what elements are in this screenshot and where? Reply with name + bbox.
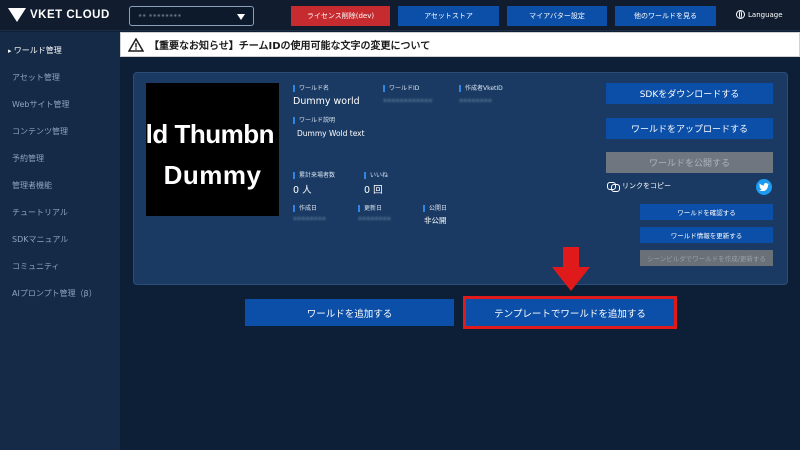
twitter-bird-icon (759, 183, 769, 191)
sdk-download-button[interactable]: SDKをダウンロードする (606, 83, 773, 104)
license-delete-button[interactable]: ライセンス削除(dev) (291, 6, 390, 26)
created-date-value: •••••••• (293, 215, 327, 223)
warning-icon (128, 37, 144, 52)
world-description-label: ワールド説明 (293, 117, 335, 124)
notice-banner[interactable]: 【重要なお知らせ】チームIDの使用可能な文字の変更について (120, 32, 800, 57)
sidebar-item-admin-functions[interactable]: 管理者機能 (12, 180, 52, 191)
world-name-label: ワールド名 (293, 85, 329, 92)
scene-builder-button[interactable]: シーンビルダでワールドを作成/更新する (640, 250, 773, 266)
logo-mark-icon (8, 8, 26, 22)
add-world-button[interactable]: ワールドを追加する (245, 299, 454, 326)
updated-date-value: •••••••• (358, 215, 392, 223)
world-description-value: Dummy Wold text (297, 129, 365, 138)
check-world-button[interactable]: ワールドを確認する (640, 204, 773, 220)
upload-world-button[interactable]: ワールドをアップロードする (606, 118, 773, 139)
thumbnail-text-line2: Dummy (163, 160, 262, 190)
asset-store-button[interactable]: アセットストア (398, 6, 499, 26)
sidebar-item-content-management[interactable]: コンテンツ管理 (12, 126, 68, 137)
likes-value: 0 回 (364, 185, 383, 196)
sidebar-item-community[interactable]: コミュニティ (12, 261, 60, 272)
visitors-value: 0 人 (293, 185, 312, 196)
world-name-value: Dummy world (293, 96, 360, 107)
visitors-label: 累計来場者数 (293, 172, 335, 179)
sidebar-item-asset-management[interactable]: アセット管理 (12, 72, 60, 83)
updated-date-label: 更新日 (358, 205, 382, 212)
globe-icon (736, 10, 745, 19)
sidebar-item-ai-prompt[interactable]: AIプロンプト管理（β） (12, 288, 97, 299)
twitter-share-button[interactable] (756, 179, 772, 195)
copy-link[interactable]: リンクをコピー (607, 181, 671, 192)
language-label: Language (748, 10, 783, 19)
world-select-value: •• •••••••• (138, 12, 182, 20)
world-id-label: ワールドID (383, 85, 419, 92)
world-thumbnail: rld Thumbn Dummy (146, 83, 279, 216)
sidebar-item-website-management[interactable]: Webサイト管理 (12, 99, 69, 110)
world-select[interactable]: •• •••••••• (129, 6, 254, 26)
published-date-label: 公開日 (423, 205, 447, 212)
likes-label: いいね (364, 172, 388, 179)
thumbnail-text-line1: rld Thumbn (146, 119, 274, 149)
sidebar-item-reservation-management[interactable]: 予約管理 (12, 153, 44, 164)
copy-link-label: リンクをコピー (622, 182, 671, 190)
notice-text: 【重要なお知らせ】チームIDの使用可能な文字の変更について (149, 41, 431, 52)
other-worlds-button[interactable]: 他のワールドを見る (615, 6, 716, 26)
chevron-down-icon (237, 14, 245, 20)
highlight-frame (463, 296, 677, 329)
logo-text: VKET CLOUD (30, 9, 110, 21)
created-date-label: 作成日 (293, 205, 317, 212)
arrow-down-icon (552, 247, 590, 291)
published-date-value: 非公開 (424, 216, 447, 225)
publish-world-button[interactable]: ワールドを公開する (606, 152, 773, 173)
sidebar-item-world-management[interactable]: ワールド管理 (8, 45, 62, 56)
update-world-info-button[interactable]: ワールド情報を更新する (640, 227, 773, 243)
link-icon (607, 182, 620, 192)
my-avatar-settings-button[interactable]: マイアバター設定 (507, 6, 607, 26)
logo[interactable]: VKET CLOUD (8, 7, 110, 23)
world-id-value: •••••••••••• (383, 97, 433, 105)
top-bar: VKET CLOUD •• •••••••• ライセンス削除(dev) アセット… (0, 0, 800, 31)
creator-vketid-value: •••••••• (459, 97, 493, 105)
language-selector[interactable]: Language (736, 10, 783, 19)
creator-vketid-label: 作成者VketID (459, 85, 503, 92)
sidebar-item-tutorial[interactable]: チュートリアル (12, 207, 68, 218)
sidebar-item-sdk-manual[interactable]: SDKマニュアル (12, 234, 68, 245)
